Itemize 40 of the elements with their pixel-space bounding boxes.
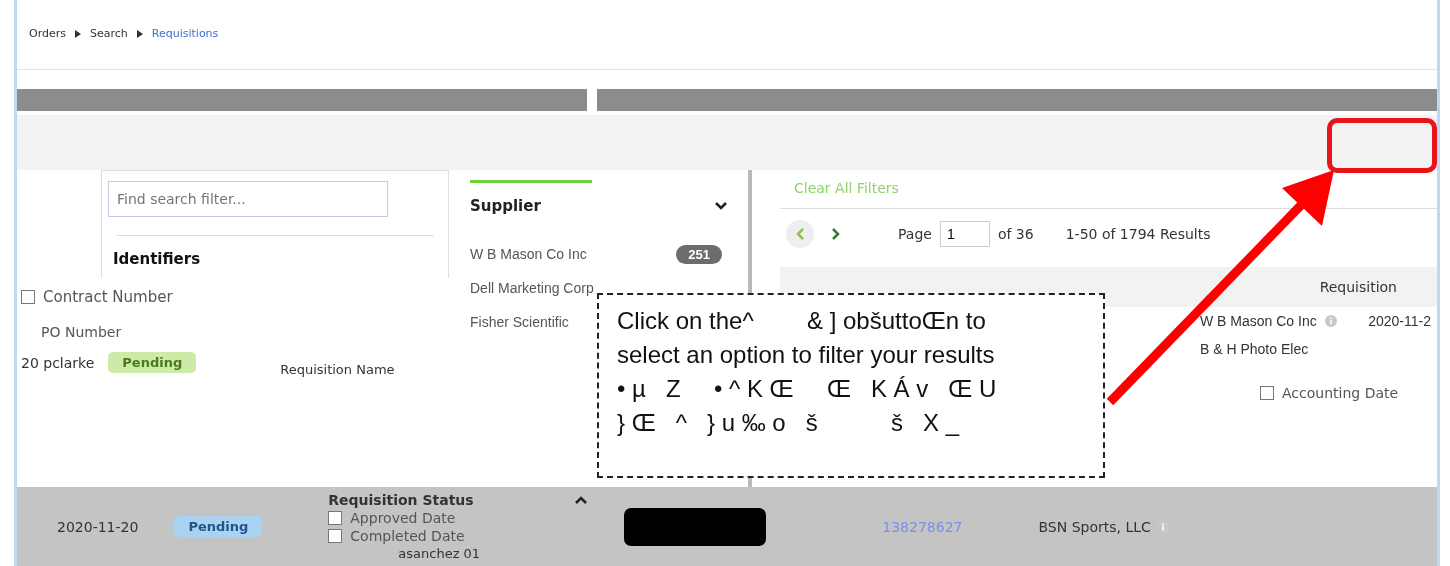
facet-option[interactable]: W B Mason Co Inc: [470, 246, 587, 262]
callout-text: select an option to filter your results: [617, 341, 996, 369]
callout-text: • µ Z • ^ K Œ Œ K Á v Œ U: [617, 375, 998, 403]
status-badge: Pending: [174, 516, 263, 537]
page-label: Page: [898, 226, 932, 242]
count-badge: 251: [676, 244, 722, 264]
caret-icon: [136, 29, 143, 38]
column-header: Requisition: [1319, 279, 1397, 295]
checkbox-option[interactable]: Contract Number: [21, 288, 457, 306]
section-heading: Identifiers: [112, 250, 202, 270]
table-cell: B & H Photo Elec: [1200, 341, 1309, 357]
checkbox-option[interactable]: Accounting Date: [1260, 385, 1437, 401]
table-cell: BSN Sports, LLC: [1038, 518, 1151, 535]
breadcrumb-link[interactable]: Orders: [29, 27, 66, 40]
facet-heading: Requisition Status: [328, 492, 474, 508]
chevron-left-icon: [796, 228, 804, 240]
table-cell: W B Mason Co Inc: [1200, 313, 1317, 329]
field-label: Requisition Name: [280, 362, 395, 377]
page-field[interactable]: 1: [939, 221, 990, 247]
facet-option[interactable]: Fisher Scientific: [470, 314, 569, 330]
filter-option[interactable]: PO Number: [21, 314, 457, 340]
facet-heading: Supplier: [470, 197, 541, 215]
callout-text: } Œ ^ } u ‰ o š š X _: [617, 409, 961, 437]
chevron-right-icon: [832, 228, 840, 240]
table-cell: 20 pclarke: [21, 354, 95, 371]
checkbox-option[interactable]: Approved Date: [328, 510, 589, 526]
facet-option[interactable]: Dell Marketing Corp: [470, 280, 594, 296]
results-count: 1-50 of 1794 Results: [1065, 226, 1211, 242]
checkbox-option[interactable]: Completed Date: [328, 528, 589, 544]
status-badge: Pending: [108, 352, 197, 373]
table-cell-text: asanchez 01: [397, 546, 482, 561]
page-count: of 36: [997, 226, 1034, 242]
table-cell-text: 2020-11-2: [1368, 313, 1432, 329]
caret-icon: [75, 29, 81, 38]
info-icon: [1324, 315, 1337, 327]
search-field[interactable]: Find search filter...: [108, 181, 388, 217]
breadcrumb-link[interactable]: Search: [90, 27, 128, 40]
callout-text: Click on the^ & ] obšuttoŒn to: [617, 307, 987, 335]
breadcrumb-link[interactable]: Requisitions: [151, 27, 219, 40]
table-cell: 2020-11-20: [57, 518, 139, 535]
